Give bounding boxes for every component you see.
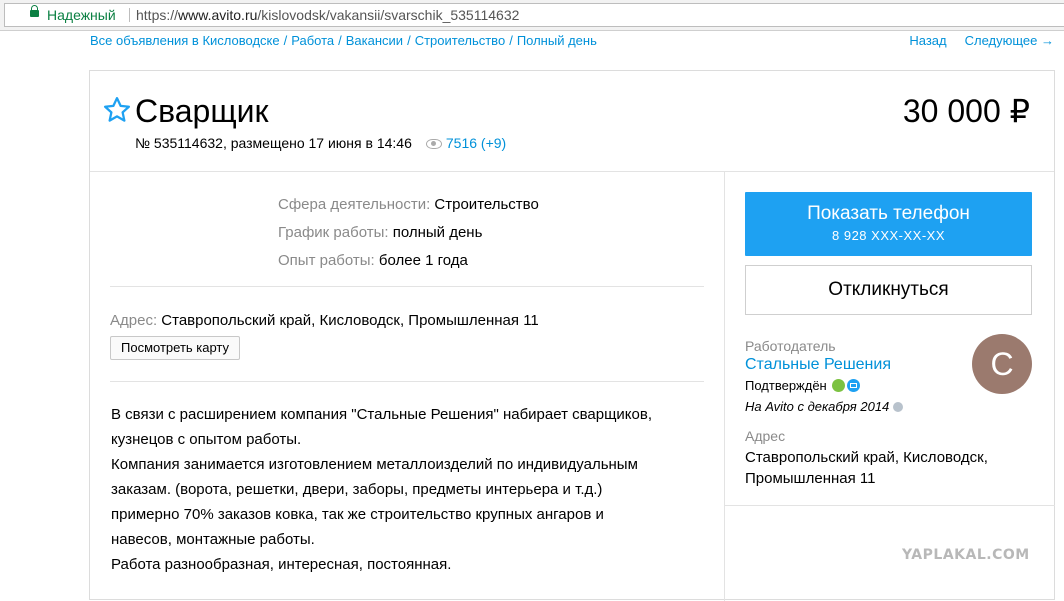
description: В связи с расширением компания "Стальные… (111, 402, 711, 577)
sidebar-divider (724, 505, 1055, 506)
email-verified-icon (846, 379, 860, 392)
description-line: кузнецов с опытом работы. (111, 431, 302, 448)
param-value: Строительство (434, 196, 539, 213)
views-count[interactable]: 7516 (+9) (446, 135, 506, 151)
breadcrumb-separator: / (407, 33, 411, 48)
secure-label[interactable]: Надежный (47, 4, 116, 26)
url-path: /kislovodsk/vakansii/svarschik_535114632 (257, 7, 520, 23)
confirmed-label: Подтверждён (745, 378, 827, 393)
medal-icon (893, 402, 904, 412)
seller-confirmed: Подтверждён (745, 378, 860, 393)
seller-address-label: Адрес (745, 428, 786, 444)
breadcrumb-separator: / (283, 33, 288, 48)
section-divider (110, 381, 704, 382)
job-params: Сфера деятельности: Строительство График… (278, 191, 539, 275)
breadcrumb-construction[interactable]: Строительство (415, 33, 505, 48)
url-scheme: https:// (136, 7, 179, 23)
column-divider (724, 171, 725, 601)
seller-name-link[interactable]: Стальные Решения (745, 356, 891, 374)
listing-header: Сварщик 30 000 ₽ № 535114632, размещено … (90, 71, 1054, 172)
views-eye-icon (425, 138, 442, 149)
avatar[interactable]: С (972, 334, 1032, 394)
breadcrumb-work[interactable]: Работа (291, 33, 334, 48)
show-map-button[interactable]: Посмотреть карту (110, 336, 241, 360)
next-link[interactable]: Следующее → (965, 33, 1054, 48)
param-label: Опыт работы: (278, 252, 375, 269)
address-value: Ставропольский край, Кисловодск, Промышл… (161, 312, 539, 329)
seller-address-line: Ставропольский край, Кисловодск, (745, 449, 988, 466)
section-divider (110, 286, 704, 287)
back-link[interactable]: Назад (909, 33, 946, 48)
param-value: более 1 года (378, 252, 468, 269)
breadcrumb-separator: / (509, 33, 513, 48)
description-line: примерно 70% заказов ковка, так же строи… (111, 506, 604, 523)
seller-since: На Avito с декабря 2014 (745, 399, 904, 414)
seller-since-text: На Avito с декабря 2014 (745, 399, 890, 414)
description-line: Компания занимается изготовлением металл… (111, 456, 638, 473)
url-host: www.avito.ru (178, 7, 258, 23)
breadcrumb-separator: / (338, 33, 342, 48)
description-line: заказам. (ворота, решетки, двери, заборы… (111, 481, 603, 498)
browser-address-bar: Надежный https://www.avito.ru/kislovodsk… (0, 0, 1064, 31)
listing-meta: № 535114632, размещено 17 июня в 14:46 75… (135, 135, 506, 151)
description-line: В связи с расширением компания "Стальные… (111, 406, 653, 423)
phone-verified-icon (831, 379, 845, 392)
address-separator (129, 8, 130, 22)
param-label: График работы: (278, 224, 389, 241)
description-line: Работа разнообразная, интересная, постоя… (111, 556, 452, 573)
listing-title: Сварщик (135, 93, 269, 129)
breadcrumb-full-day[interactable]: Полный день (517, 33, 597, 48)
param-row: Сфера деятельности: Строительство (278, 191, 539, 219)
listing-navigation: Назад Следующее → (891, 33, 1054, 48)
favorite-star-icon[interactable] (102, 95, 132, 125)
breadcrumb: Все объявления в Кисловодске / Работа / Вака… (90, 33, 597, 48)
url-text[interactable]: https://www.avito.ru/kislovodsk/vakansii… (136, 4, 519, 26)
param-label: Сфера деятельности: (278, 196, 431, 213)
breadcrumb-vacancies[interactable]: Вакансии (346, 33, 403, 48)
reply-button[interactable]: Откликнуться (745, 265, 1032, 315)
listing-card: Сварщик 30 000 ₽ № 535114632, размещено … (89, 70, 1055, 601)
url-field[interactable]: Надежный https://www.avito.ru/kislovodsk… (4, 3, 1064, 27)
watermark: YAPLAKAL.COM (902, 547, 1030, 563)
seller-label: Работодатель (745, 338, 836, 354)
param-row: График работы: полный день (278, 219, 539, 247)
listing-number-date: № 535114632, размещено 17 июня в 14:46 (135, 135, 412, 151)
show-phone-label: Показать телефон (807, 203, 970, 224)
address-line: Адрес: Ставропольский край, Кисловодск, … (110, 312, 539, 329)
show-phone-button[interactable]: Показать телефон 8 928 XXX-XX-XX (745, 192, 1032, 256)
address-label: Адрес: (110, 312, 158, 329)
listing-price: 30 000 ₽ (902, 93, 1030, 129)
param-row: Опыт работы: более 1 года (278, 247, 539, 275)
lock-icon (30, 5, 39, 17)
phone-masked: 8 928 XXX-XX-XX (832, 228, 945, 243)
param-value: полный день (392, 224, 483, 241)
breadcrumb-all-listings[interactable]: Все объявления в Кисловодске (90, 33, 280, 48)
seller-address: Ставропольский край, Кисловодск, Промышл… (745, 447, 1035, 489)
description-line: навесов, монтажные работы. (111, 531, 315, 548)
seller-address-line: Промышленная 11 (745, 470, 876, 487)
